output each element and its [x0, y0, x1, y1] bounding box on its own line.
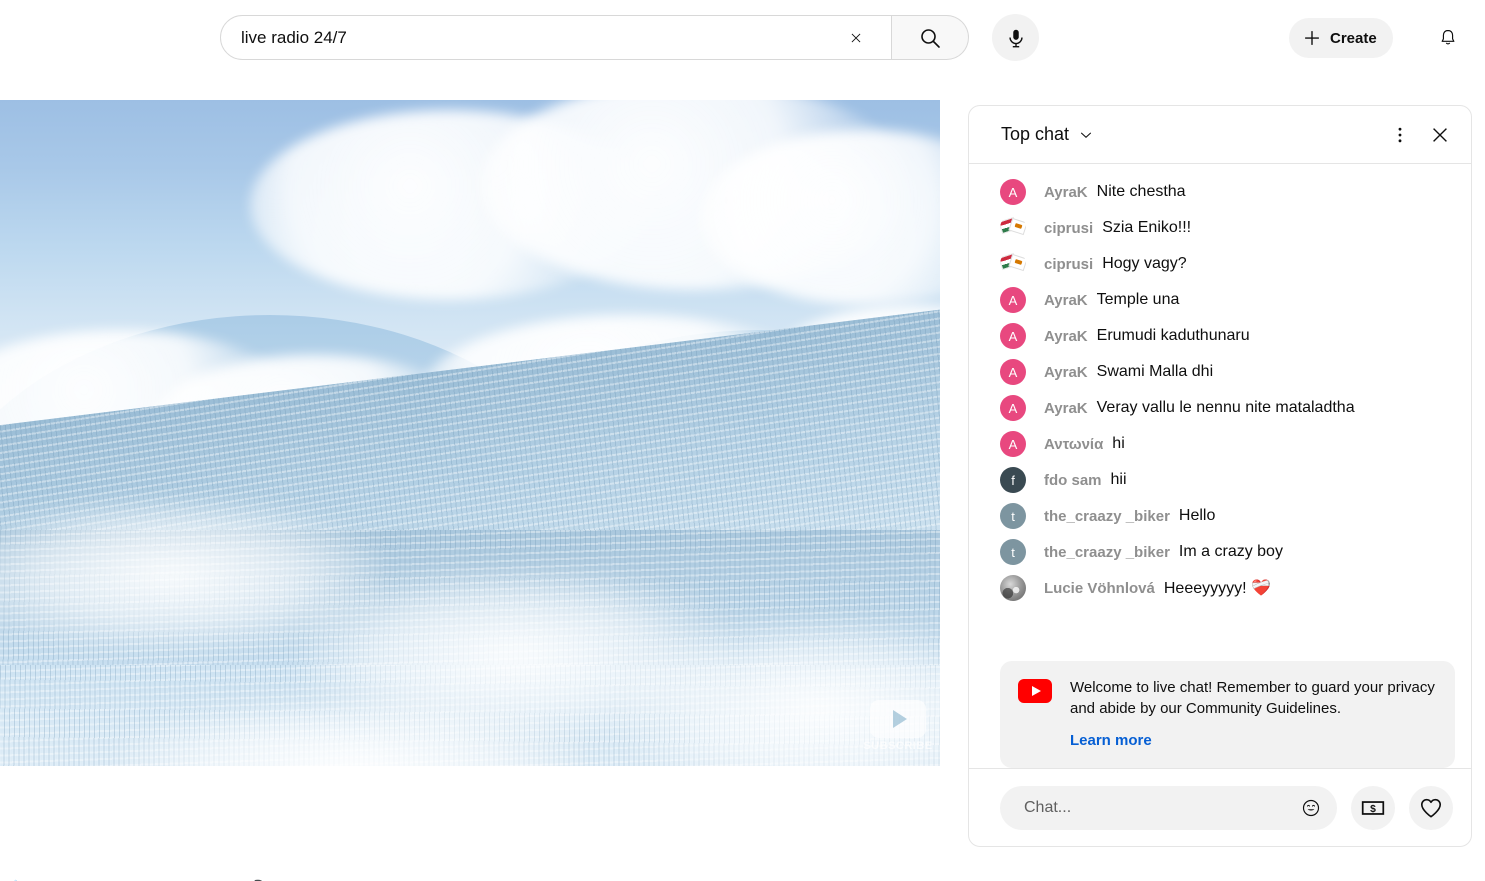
chat-input-box[interactable]	[1000, 785, 1337, 830]
avatar[interactable]: t	[1000, 539, 1026, 565]
avatar-flag-icon[interactable]	[1000, 251, 1026, 277]
heart-reaction-button[interactable]	[1409, 785, 1453, 830]
chat-message-row[interactable]: f fdo sam hii	[969, 462, 1471, 498]
emoji-smile-icon	[1302, 799, 1320, 816]
voice-search-button[interactable]	[992, 14, 1039, 61]
avatar[interactable]: A	[1000, 359, 1026, 385]
subscribe-watermark-label: SUBSCRIBE	[863, 740, 933, 752]
avatar[interactable]: A	[1000, 179, 1026, 205]
chat-message-text: Nite chestha	[1096, 183, 1186, 200]
chat-message-text: Im a crazy boy	[1178, 543, 1283, 560]
chat-message-text: hii	[1110, 471, 1127, 488]
youtube-play-icon	[870, 700, 926, 738]
chat-mode-label: Top chat	[1001, 124, 1070, 144]
avatar[interactable]: A	[1000, 323, 1026, 349]
chat-message-text: Erumudi kaduthunaru	[1096, 327, 1250, 344]
chat-author-name[interactable]: Αντωνία	[1044, 436, 1103, 453]
chat-author-name[interactable]: the_craazy _biker	[1044, 508, 1170, 525]
chat-message-row[interactable]: A AyraK Swami Malla dhi	[969, 354, 1471, 390]
create-button[interactable]: Create	[1289, 18, 1393, 58]
chat-author-name[interactable]: AyraK	[1044, 400, 1088, 417]
chat-input[interactable]	[1022, 797, 1295, 818]
chat-message-row[interactable]: A AyraK Erumudi kaduthunaru	[969, 318, 1471, 354]
chat-notice-text: Welcome to live chat! Remember to guard …	[1070, 679, 1435, 717]
chat-message-row[interactable]: A AyraK Veray vallu le nennu nite mataladt…	[969, 390, 1471, 426]
avatar-flag-icon[interactable]	[1000, 215, 1026, 241]
top-navigation-bar: Create	[0, 0, 1485, 76]
chat-author-name[interactable]: Lucie Vöhnlová	[1044, 580, 1155, 597]
heart-icon	[1420, 798, 1442, 817]
notifications-bell-icon	[1441, 29, 1455, 45]
subscribe-watermark[interactable]: SUBSCRIBE	[863, 698, 932, 754]
plus-icon	[1305, 31, 1319, 45]
chat-message-row[interactable]: A AyraK Nite chestha	[969, 174, 1471, 210]
chat-notice-body: Welcome to live chat! Remember to guard …	[1070, 677, 1437, 750]
search-box[interactable]	[220, 15, 892, 60]
chat-author-name[interactable]: fdo sam	[1044, 472, 1102, 489]
search-submit-button[interactable]	[892, 15, 969, 60]
chat-message-row[interactable]: A AyraK Temple una	[969, 282, 1471, 318]
chat-message-text: Hello	[1178, 507, 1216, 524]
youtube-watch-page: Create	[0, 0, 1485, 881]
avatar[interactable]: f	[1000, 467, 1026, 493]
chat-message-text: hi	[1112, 435, 1125, 452]
chat-author-name[interactable]: AyraK	[1044, 364, 1088, 381]
chat-message-row[interactable]: Lucie Vöhnlová Heeeyyyyy! ❤️‍🩹	[969, 570, 1471, 606]
chat-message-row[interactable]: ciprusi Hogy vagy?	[969, 246, 1471, 282]
chevron-down-icon	[1081, 132, 1092, 138]
clear-search-button[interactable]	[843, 25, 869, 51]
chat-welcome-notice: Welcome to live chat! Remember to guard …	[1000, 661, 1455, 768]
chat-message-text: Hogy vagy?	[1102, 255, 1187, 272]
chat-message-row[interactable]: ciprusi Szia Eniko!!!	[969, 210, 1471, 246]
svg-text:$: $	[1370, 803, 1376, 814]
search-icon	[921, 28, 940, 48]
chat-input-bar: $	[969, 768, 1471, 846]
close-icon	[851, 33, 861, 42]
chat-author-name[interactable]: AyraK	[1044, 184, 1088, 201]
mist-4	[120, 700, 580, 766]
learn-more-link[interactable]: Learn more	[1070, 732, 1152, 749]
avatar-photo[interactable]	[1000, 575, 1026, 601]
microphone-icon	[1008, 29, 1023, 47]
chat-menu-button[interactable]	[1383, 118, 1417, 152]
chat-author-name[interactable]: AyraK	[1044, 328, 1088, 345]
create-button-label: Create	[1330, 29, 1377, 47]
chat-message-text: Swami Malla dhi	[1096, 363, 1214, 380]
chat-message-text: Heeeyyyyy! ❤️‍🩹	[1163, 580, 1271, 597]
avatar[interactable]: A	[1000, 287, 1026, 313]
chat-message-row[interactable]: t the_craazy _biker Hello	[969, 498, 1471, 534]
video-column: SUBSCRIBE ❄️ 24/7 Live Stream ⛄ Best Chi…	[0, 100, 940, 881]
close-icon	[1433, 127, 1447, 142]
video-player[interactable]: SUBSCRIBE	[0, 100, 940, 766]
notifications-button[interactable]	[1432, 22, 1464, 54]
live-chat-panel: Top chat A AyraK Nite chestha ciprusi Szia	[968, 105, 1472, 847]
chat-message-text: Temple una	[1096, 291, 1180, 308]
chat-mode-selector[interactable]: Top chat	[1001, 124, 1095, 145]
chat-message-list[interactable]: A AyraK Nite chestha ciprusi Szia Eniko!!! ci…	[969, 164, 1471, 647]
more-vertical-icon	[1398, 127, 1402, 142]
search-input[interactable]	[241, 22, 801, 53]
emoji-picker-button[interactable]	[1295, 792, 1327, 824]
chat-header: Top chat	[969, 106, 1471, 164]
youtube-logo-icon	[1018, 679, 1052, 703]
chat-message-row[interactable]: A Αντωνία hi	[969, 426, 1471, 462]
chat-message-text: Szia Eniko!!!	[1102, 219, 1192, 236]
avatar[interactable]: A	[1000, 395, 1026, 421]
avatar[interactable]: A	[1000, 431, 1026, 457]
chat-close-button[interactable]	[1423, 118, 1457, 152]
chat-message-row[interactable]: t the_craazy _biker Im a crazy boy	[969, 534, 1471, 570]
avatar[interactable]: t	[1000, 503, 1026, 529]
dollar-bill-icon: $	[1361, 800, 1385, 814]
chat-message-text: Veray vallu le nennu nite mataladtha	[1096, 399, 1355, 416]
chat-author-name[interactable]: ciprusi	[1044, 220, 1093, 237]
super-chat-button[interactable]: $	[1351, 785, 1395, 830]
chat-author-name[interactable]: ciprusi	[1044, 256, 1093, 273]
search-area	[220, 15, 969, 60]
chat-author-name[interactable]: the_craazy _biker	[1044, 544, 1170, 561]
chat-author-name[interactable]: AyraK	[1044, 292, 1088, 309]
